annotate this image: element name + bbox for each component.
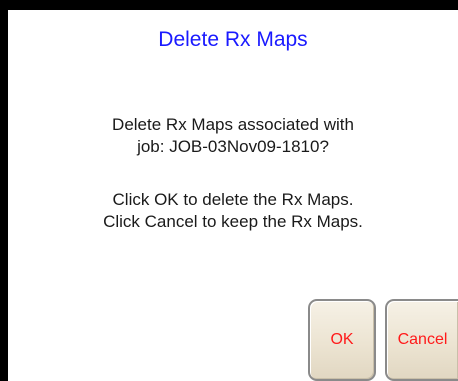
cancel-button-label: Cancel bbox=[397, 331, 448, 348]
ok-button[interactable]: OK bbox=[308, 299, 376, 381]
cancel-button[interactable]: Cancel bbox=[385, 299, 458, 381]
message-line: Delete Rx Maps associated with bbox=[112, 115, 354, 134]
delete-rx-maps-dialog: Delete Rx Maps Delete Rx Maps associated… bbox=[8, 10, 458, 381]
message-line: Click Cancel to keep the Rx Maps. bbox=[103, 212, 363, 231]
ok-button-label: OK bbox=[330, 331, 354, 348]
message-line: job: JOB-03Nov09-1810? bbox=[137, 137, 329, 156]
message-line: Click OK to delete the Rx Maps. bbox=[112, 190, 354, 209]
dialog-title: Delete Rx Maps bbox=[158, 28, 308, 51]
